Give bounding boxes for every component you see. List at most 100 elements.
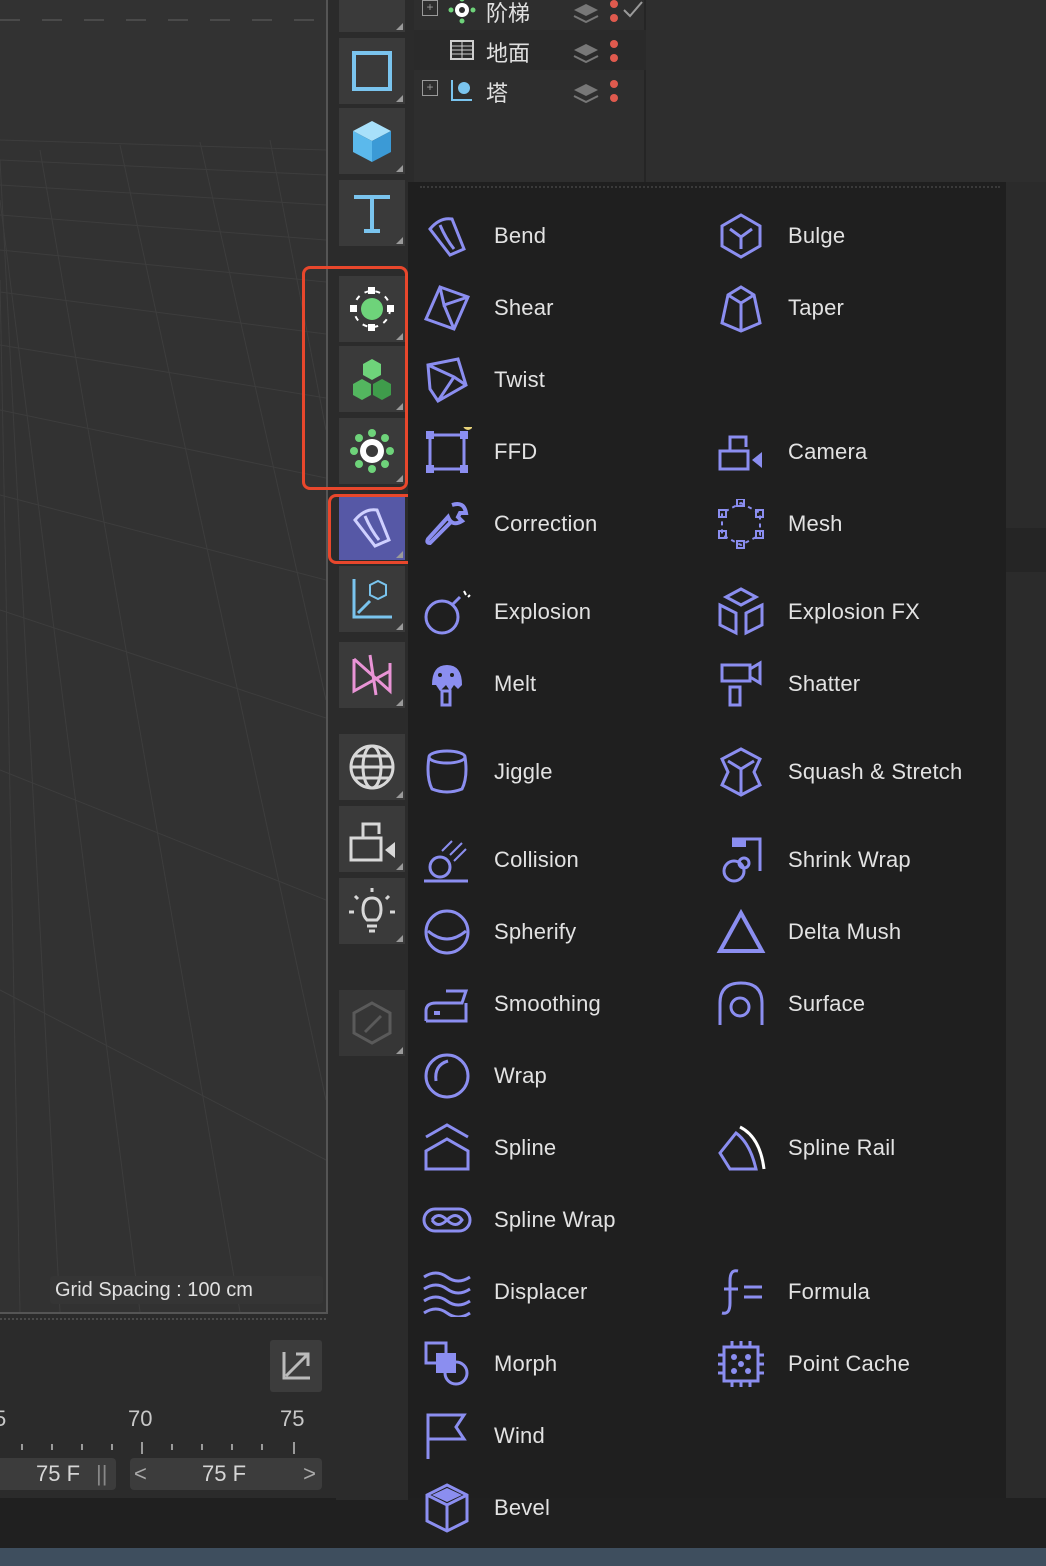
twist-icon	[426, 357, 468, 403]
environment-tool-button[interactable]	[339, 734, 405, 800]
menu-item-taper[interactable]: Taper	[702, 280, 992, 336]
end-frame-field[interactable]: < 75 F >	[130, 1458, 322, 1490]
light-bulb-icon	[349, 888, 395, 933]
menu-item-point-cache[interactable]: Point Cache	[702, 1336, 992, 1392]
object-row-floor[interactable]: 地面	[414, 30, 646, 70]
menu-item-shear[interactable]: Shear	[408, 280, 698, 336]
grid-spacing-label: Grid Spacing : 100 cm	[50, 1276, 323, 1304]
menu-item-ffd[interactable]: FFD	[408, 424, 698, 480]
light-tool-button[interactable]	[339, 878, 405, 944]
menu-item-wrap[interactable]: Wrap	[408, 1048, 698, 1104]
camera-tool-button[interactable]	[339, 806, 405, 872]
edit-pencil-icon	[352, 1001, 392, 1045]
menu-item-jiggle[interactable]: Jiggle	[408, 744, 698, 800]
menu-item-shrink-wrap[interactable]: Shrink Wrap	[702, 832, 992, 888]
menu-item-displacer[interactable]: Displacer	[408, 1264, 698, 1320]
formula-icon	[721, 1269, 762, 1315]
bevel-cube-icon	[425, 1483, 469, 1533]
rectangle-icon	[352, 51, 392, 91]
menu-item-melt[interactable]: Melt	[408, 656, 698, 712]
text-tool-button[interactable]	[339, 180, 405, 246]
melt-icon	[432, 665, 462, 707]
end-frame-value: 75 F	[202, 1461, 247, 1486]
menu-item-spherify[interactable]: Spherify	[408, 904, 698, 960]
layer-icon[interactable]	[572, 0, 600, 24]
visibility-dots-icon[interactable]	[608, 74, 648, 106]
menu-item-label: Shear	[494, 295, 554, 320]
menu-item-twist[interactable]: Twist	[408, 352, 698, 408]
timeline-expand-button[interactable]	[270, 1340, 322, 1392]
morph-icon	[424, 1341, 469, 1386]
cube-tool-button[interactable]	[339, 108, 405, 174]
volume-tool-button[interactable]	[339, 642, 405, 708]
timeline-ruler[interactable]	[0, 1442, 326, 1456]
frame-separator: ||	[96, 1461, 108, 1486]
shrink-wrap-icon	[722, 837, 762, 883]
menu-item-label: Bend	[494, 223, 547, 248]
menu-item-bulge[interactable]: Bulge	[702, 208, 992, 264]
mesh-icon	[718, 499, 764, 549]
menu-item-label: Shrink Wrap	[788, 847, 911, 872]
menu-item-explosion[interactable]: Explosion	[408, 584, 698, 640]
explosion-fx-icon	[718, 587, 764, 636]
3d-viewport[interactable]: Grid Spacing : 100 cm	[0, 0, 328, 1314]
menu-item-bend[interactable]: Bend	[408, 208, 698, 264]
menu-item-label: Camera	[788, 439, 868, 464]
infinity-icon	[422, 1207, 472, 1233]
surface-icon	[718, 981, 764, 1025]
menu-item-label: FFD	[494, 439, 538, 464]
visibility-dots-icon[interactable]	[608, 0, 648, 26]
menu-item-spline-rail[interactable]: Spline Rail	[702, 1120, 992, 1176]
menu-item-morph[interactable]: Morph	[408, 1336, 698, 1392]
tag-tool-button[interactable]	[339, 990, 405, 1056]
menu-item-spline-wrap[interactable]: Spline Wrap	[408, 1192, 698, 1248]
prev-frame-arrow[interactable]: <	[134, 1458, 147, 1490]
toolbar-button-top[interactable]	[339, 0, 405, 32]
menu-item-shatter[interactable]: Shatter	[702, 656, 992, 712]
menu-item-camera[interactable]: Camera	[702, 424, 992, 480]
menu-item-label: Taper	[788, 295, 845, 320]
rectangle-tool-button[interactable]	[339, 38, 405, 104]
highlight-deformer-box	[328, 494, 416, 564]
current-frame-value: 75 F	[36, 1461, 81, 1486]
menu-item-smoothing[interactable]: Smoothing	[408, 976, 698, 1032]
menu-item-mesh[interactable]: Mesh	[702, 496, 992, 552]
expand-toggle[interactable]: +	[422, 80, 438, 96]
menu-drag-handle[interactable]	[420, 186, 1000, 188]
tick-label-70: 70	[128, 1406, 153, 1431]
menu-item-correction[interactable]: Correction	[408, 496, 698, 552]
object-name: 阶梯	[486, 1, 531, 26]
menu-item-bevel[interactable]: Bevel	[408, 1480, 698, 1536]
menu-item-label: Spline	[494, 1135, 557, 1160]
layer-icon[interactable]	[572, 76, 600, 104]
menu-item-squash-stretch[interactable]: Squash & Stretch	[702, 744, 992, 800]
visibility-dots-icon[interactable]	[608, 34, 648, 66]
menu-item-surface[interactable]: Surface	[702, 976, 992, 1032]
menu-item-spline[interactable]: Spline	[408, 1120, 698, 1176]
object-row-tower[interactable]: + 塔	[414, 70, 646, 110]
layer-icon[interactable]	[572, 36, 600, 64]
volume-icon	[352, 654, 392, 696]
next-frame-arrow[interactable]: >	[303, 1458, 316, 1490]
floor-icon	[450, 40, 474, 60]
menu-item-delta-mush[interactable]: Delta Mush	[702, 904, 992, 960]
menu-item-label: Formula	[788, 1279, 871, 1304]
menu-item-formula[interactable]: Formula	[702, 1264, 992, 1320]
menu-item-label: Bulge	[788, 223, 846, 248]
current-frame-field[interactable]: 75 F ||	[0, 1458, 116, 1490]
menu-item-explosion-fx[interactable]: Explosion FX	[702, 584, 992, 640]
chip-icon	[718, 1341, 764, 1387]
viewport-separator	[0, 1318, 326, 1320]
menu-item-wind[interactable]: Wind	[408, 1408, 698, 1464]
expand-toggle[interactable]: +	[422, 0, 438, 16]
spline-house-icon	[424, 1123, 470, 1171]
menu-item-collision[interactable]: Collision	[408, 832, 698, 888]
object-row-stairs[interactable]: + 阶梯	[414, 0, 646, 30]
field-tool-button[interactable]	[339, 566, 405, 632]
bend-icon	[428, 217, 466, 257]
object-name: 塔	[486, 81, 509, 106]
camera-icon	[349, 822, 395, 862]
menu-item-label: Collision	[494, 847, 579, 872]
menu-item-label: Twist	[494, 367, 546, 392]
wrench-icon	[425, 502, 469, 546]
